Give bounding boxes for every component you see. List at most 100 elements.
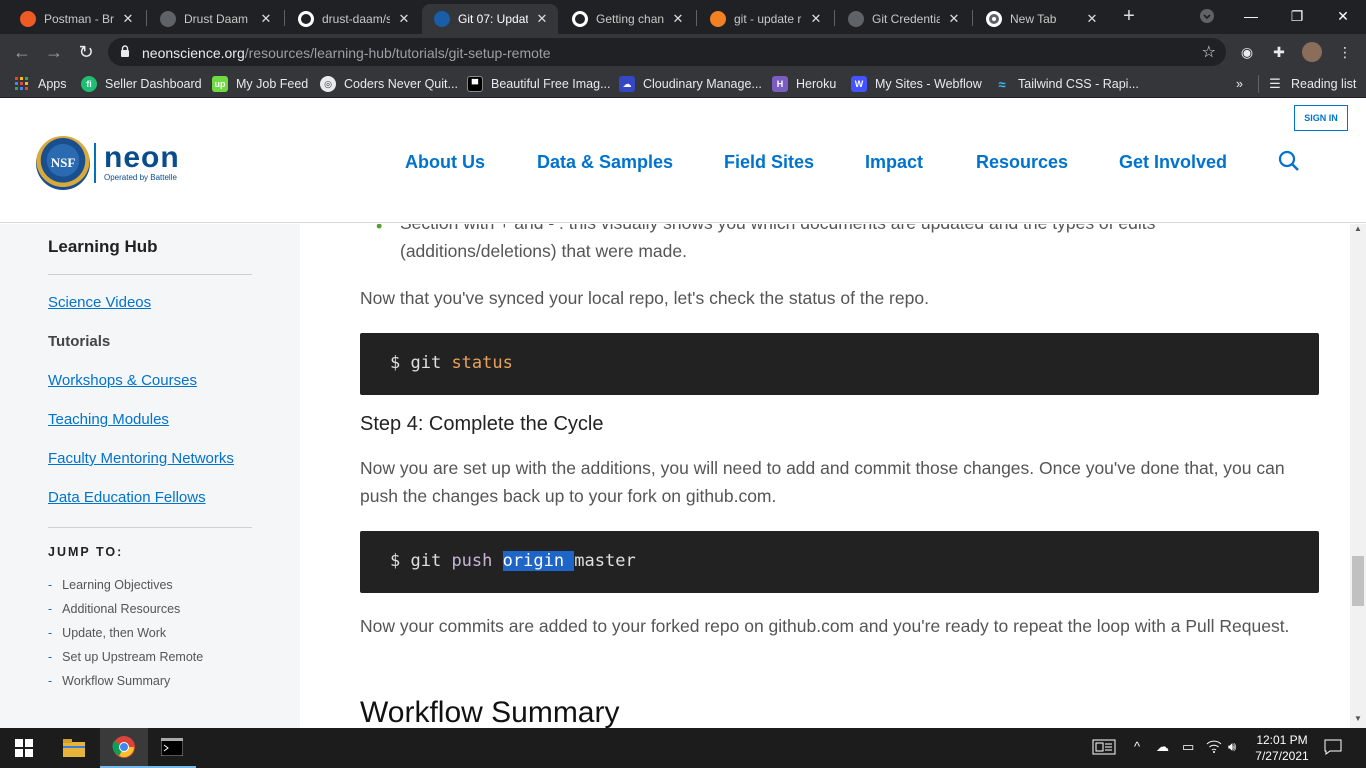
close-tab-icon[interactable]: ✕ [258,11,274,27]
address-bar[interactable]: neonscience.org/resources/learning-hub/t… [108,38,1226,66]
bookmark-star-icon[interactable]: ☆ [1202,42,1216,62]
nav-field-sites[interactable]: Field Sites [724,152,814,173]
close-window-button[interactable]: ✕ [1320,0,1366,32]
terminal-taskbar-button[interactable] [148,728,196,768]
url-text[interactable]: neonscience.org/resources/learning-hub/t… [142,45,551,61]
chrome-icon [986,11,1002,27]
bookmark-heroku[interactable]: H Heroku [772,75,836,93]
back-button[interactable]: ← [10,40,34,64]
tutorial-content: • Section with + and - : this visually s… [300,224,1350,728]
wifi-icon[interactable] [1206,739,1222,756]
jump-link-additional-resources[interactable]: - Additional Resources [48,602,180,616]
bullet-paragraph: Section with + and - : this visually sho… [400,224,1155,261]
sidebar-divider [48,527,252,528]
code-command: push [451,551,493,571]
sidebar-item-tutorials[interactable]: Tutorials [48,333,110,350]
bookmark-beautiful-free-images[interactable]: ▀ Beautiful Free Imag... [467,75,611,93]
reload-button[interactable]: ↻ [74,40,98,64]
profile-avatar[interactable] [1302,42,1322,62]
scroll-up-arrow[interactable]: ▲ [1350,224,1366,236]
bookmark-my-job-feed[interactable]: up My Job Feed [212,75,308,93]
jump-link-upstream-remote[interactable]: - Set up Upstream Remote [48,650,203,664]
code-block-git-push[interactable]: $ git push origin master [360,531,1319,593]
close-tab-icon[interactable]: ✕ [1084,11,1100,27]
bookmarks-overflow-button[interactable]: » [1236,75,1243,93]
news-widget-icon[interactable] [1092,739,1116,758]
neon-logo[interactable]: NSF neon Operated by Battelle [36,136,180,190]
bookmark-cloudinary[interactable]: ☁ Cloudinary Manage... [619,75,762,93]
code-prompt: $ git [390,551,442,571]
code-block-git-status[interactable]: $ git status [360,333,1319,395]
sidebar-item-data-education-fellows[interactable]: Data Education Fellows [48,489,206,506]
bookmark-label: Beautiful Free Imag... [491,77,611,91]
tab-postman[interactable]: Postman - Bro ✕ [8,4,144,34]
nav-data-samples[interactable]: Data & Samples [537,152,673,173]
start-button[interactable] [0,728,48,768]
nav-get-involved[interactable]: Get Involved [1119,152,1227,173]
bookmark-label: Tailwind CSS - Rapi... [1018,77,1139,91]
sign-in-button[interactable]: SIGN IN [1294,105,1348,131]
reading-list-label: Reading list [1291,77,1357,91]
lock-icon[interactable] [120,45,130,57]
battery-icon[interactable]: ▭ [1182,739,1194,755]
notifications-icon[interactable] [1324,739,1342,758]
maximize-button[interactable]: ❐ [1274,0,1320,32]
minimize-button[interactable]: — [1228,0,1274,32]
tailwind-icon: ≈ [998,76,1006,92]
tab-stackoverflow[interactable]: git - update r ✕ [698,4,832,34]
tab-divider [696,10,697,26]
bookmark-seller-dashboard[interactable]: fi Seller Dashboard [81,75,202,93]
file-explorer-button[interactable] [50,728,98,768]
clock-date: 7/27/2021 [1255,749,1309,763]
bookmark-coders-never-quit[interactable]: ◎ Coders Never Quit... [320,75,458,93]
new-tab-button[interactable]: + [1118,4,1140,30]
tab-git-credential[interactable]: Git Credential ✕ [836,4,970,34]
tab-search-button[interactable] [1184,0,1230,32]
close-tab-icon[interactable]: ✕ [396,11,412,27]
system-clock[interactable]: 12:01 PM 7/27/2021 [1252,732,1312,764]
bookmark-webflow[interactable]: W My Sites - Webflow [851,75,982,93]
tab-getting-changes[interactable]: Getting chang ✕ [560,4,694,34]
nav-resources[interactable]: Resources [976,152,1068,173]
bookmark-apps[interactable]: Apps [14,75,67,93]
close-tab-icon[interactable]: ✕ [120,11,136,27]
tab-drust-daam[interactable]: Drust Daam ✕ [148,4,282,34]
nav-about-us[interactable]: About Us [405,152,485,173]
close-tab-icon[interactable]: ✕ [946,11,962,27]
show-hidden-icons-chevron-icon[interactable]: ^ [1134,739,1140,754]
scroll-down-arrow[interactable]: ▼ [1350,714,1366,726]
close-tab-icon[interactable]: ✕ [670,11,686,27]
nav-impact[interactable]: Impact [865,152,923,173]
tab-github-repo[interactable]: drust-daam/s ✕ [286,4,420,34]
close-tab-icon[interactable]: ✕ [808,11,824,27]
sidebar-item-science-videos[interactable]: Science Videos [48,294,151,311]
extensions-puzzle-icon[interactable]: ✚ [1270,43,1288,61]
volume-icon[interactable]: 🔊︎ [1228,739,1236,755]
forward-button[interactable]: → [42,40,66,64]
tab-new-tab[interactable]: New Tab ✕ [974,4,1108,34]
bookmarks-bar: Apps fi Seller Dashboard up My Job Feed … [0,70,1366,98]
jump-link-update-then-work[interactable]: - Update, then Work [48,626,166,640]
chrome-menu-icon[interactable]: ⋮ [1336,43,1354,61]
page-scrollbar[interactable] [1350,224,1366,728]
scrollbar-thumb[interactable] [1352,556,1364,606]
extension-icon[interactable]: ◉ [1238,43,1256,61]
reading-list-button[interactable]: ☰ Reading list [1258,75,1356,93]
chrome-taskbar-button[interactable] [100,728,148,768]
webflow-icon: W [851,76,867,92]
close-tab-icon[interactable]: ✕ [534,11,550,27]
sidebar-item-workshops-courses[interactable]: Workshops & Courses [48,372,197,389]
sidebar-item-faculty-mentoring[interactable]: Faculty Mentoring Networks [48,450,234,467]
sidebar-divider [48,274,252,275]
overflow-chevron-icon: » [1236,77,1243,91]
search-icon[interactable] [1278,150,1300,172]
bookmark-tailwind[interactable]: ≈ Tailwind CSS - Rapi... [994,75,1139,93]
tab-git-07-active[interactable]: Git 07: Updat ✕ [422,4,558,34]
folder-icon [63,739,85,757]
onedrive-cloud-icon[interactable]: ☁ [1156,739,1169,755]
bookmark-label: Coders Never Quit... [344,77,458,91]
sidebar-item-teaching-modules[interactable]: Teaching Modules [48,411,169,428]
neon-icon [434,11,450,27]
jump-link-learning-objectives[interactable]: - Learning Objectives [48,578,173,592]
jump-link-workflow-summary[interactable]: - Workflow Summary [48,674,170,688]
